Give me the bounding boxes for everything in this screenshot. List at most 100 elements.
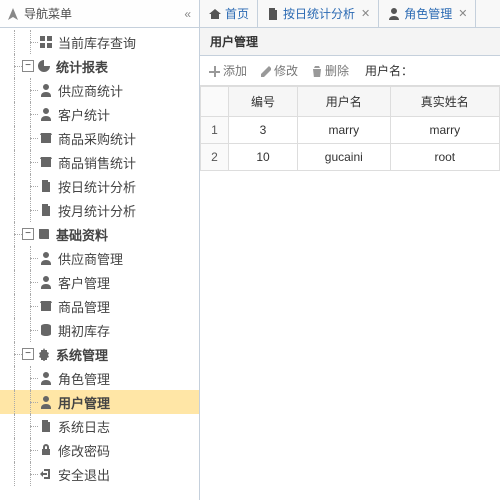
tree-label: 当前库存查询 bbox=[58, 33, 136, 52]
add-button[interactable]: 添加 bbox=[208, 62, 247, 79]
tree-item-7[interactable]: 按月统计分析 bbox=[0, 198, 199, 222]
tree-label: 客户统计 bbox=[58, 105, 110, 124]
db-icon bbox=[38, 322, 54, 338]
tree-line bbox=[22, 294, 38, 318]
tree-line bbox=[6, 390, 22, 414]
tree-line bbox=[22, 30, 38, 54]
table-row[interactable]: 13marrymarry bbox=[201, 117, 500, 144]
box-icon bbox=[38, 130, 54, 146]
person-icon bbox=[38, 250, 54, 266]
tree-item-14[interactable]: 角色管理 bbox=[0, 366, 199, 390]
tree-item-11[interactable]: 商品管理 bbox=[0, 294, 199, 318]
tree-item-16[interactable]: 系统日志 bbox=[0, 414, 199, 438]
tree-line bbox=[6, 462, 22, 486]
tree-item-9[interactable]: 供应商管理 bbox=[0, 246, 199, 270]
tree-item-3[interactable]: 客户统计 bbox=[0, 102, 199, 126]
tree-line bbox=[6, 102, 22, 126]
cell-username: gucaini bbox=[298, 144, 391, 171]
table-row[interactable]: 210gucainiroot bbox=[201, 144, 500, 171]
tab-close-icon[interactable]: ✕ bbox=[458, 7, 467, 20]
tree-expander[interactable]: − bbox=[22, 348, 34, 360]
tab-close-icon[interactable]: ✕ bbox=[361, 7, 370, 20]
doc-icon bbox=[266, 7, 279, 20]
tree-item-13[interactable]: − 系统管理 bbox=[0, 342, 199, 366]
edit-button[interactable]: 修改 bbox=[259, 62, 298, 79]
person-icon bbox=[38, 82, 54, 98]
tab-label: 角色管理 bbox=[404, 5, 452, 22]
sidebar-header: 导航菜单 « bbox=[0, 0, 199, 28]
tree-item-17[interactable]: 修改密码 bbox=[0, 438, 199, 462]
tree-line bbox=[22, 150, 38, 174]
tree-item-5[interactable]: 商品销售统计 bbox=[0, 150, 199, 174]
tree-label: 供应商管理 bbox=[58, 249, 123, 268]
tree-label: 基础资料 bbox=[56, 225, 108, 244]
tab-1[interactable]: 按日统计分析✕ bbox=[258, 0, 379, 27]
tree-item-1[interactable]: − 统计报表 bbox=[0, 54, 199, 78]
tree-label: 客户管理 bbox=[58, 273, 110, 292]
tree-label: 角色管理 bbox=[58, 369, 110, 388]
user-table: 编号用户名真实姓名 13marrymarry210gucainiroot bbox=[200, 86, 500, 171]
tree-item-12[interactable]: 期初库存 bbox=[0, 318, 199, 342]
tree-item-15[interactable]: 用户管理 bbox=[0, 390, 199, 414]
pencil-icon bbox=[259, 65, 271, 77]
tree-item-6[interactable]: 按日统计分析 bbox=[0, 174, 199, 198]
tree-label: 修改密码 bbox=[58, 441, 110, 460]
tree-expander[interactable]: − bbox=[22, 60, 34, 72]
tree-line bbox=[6, 270, 22, 294]
doc-icon bbox=[38, 178, 54, 194]
tree-line bbox=[6, 30, 22, 54]
sidebar-title-text: 导航菜单 bbox=[24, 5, 72, 22]
tree-item-0[interactable]: 当前库存查询 bbox=[0, 30, 199, 54]
tree-line bbox=[6, 366, 22, 390]
tab-bar: 首页按日统计分析✕ 角色管理 ✕ bbox=[200, 0, 500, 28]
cell-realname: marry bbox=[390, 117, 499, 144]
nav-icon bbox=[6, 7, 20, 21]
lock-icon bbox=[38, 442, 54, 458]
tree-label: 供应商统计 bbox=[58, 81, 123, 100]
tree-line bbox=[6, 54, 22, 78]
tree-line bbox=[6, 222, 22, 246]
tree-line bbox=[22, 102, 38, 126]
tree-item-10[interactable]: 客户管理 bbox=[0, 270, 199, 294]
panel-title-text: 用户管理 bbox=[210, 33, 258, 50]
tree-line bbox=[22, 246, 38, 270]
sidebar-title: 导航菜单 bbox=[6, 5, 72, 22]
edit-label: 修改 bbox=[274, 62, 298, 79]
cell-id: 3 bbox=[229, 117, 298, 144]
tree-line bbox=[6, 438, 22, 462]
column-header[interactable]: 编号 bbox=[229, 87, 298, 117]
tree-item-4[interactable]: 商品采购统计 bbox=[0, 126, 199, 150]
tab-0[interactable]: 首页 bbox=[200, 0, 258, 27]
column-header[interactable]: 用户名 bbox=[298, 87, 391, 117]
person-icon bbox=[387, 7, 400, 20]
tree-expander[interactable]: − bbox=[22, 228, 34, 240]
tree-line bbox=[6, 174, 22, 198]
box-icon bbox=[38, 298, 54, 314]
tree-label: 系统管理 bbox=[56, 345, 108, 364]
tree-item-8[interactable]: − 基础资料 bbox=[0, 222, 199, 246]
tree-line bbox=[22, 318, 38, 342]
sidebar-collapse-button[interactable]: « bbox=[182, 5, 193, 23]
tree-item-18[interactable]: 安全退出 bbox=[0, 462, 199, 486]
delete-button[interactable]: 删除 bbox=[310, 62, 349, 79]
tree-item-2[interactable]: 供应商统计 bbox=[0, 78, 199, 102]
data-grid: 编号用户名真实姓名 13marrymarry210gucainiroot bbox=[200, 86, 500, 500]
tree-line bbox=[6, 198, 22, 222]
tree-line bbox=[6, 126, 22, 150]
rownum-cell: 1 bbox=[201, 117, 229, 144]
column-header[interactable]: 真实姓名 bbox=[390, 87, 499, 117]
tree-label: 系统日志 bbox=[58, 417, 110, 436]
tree-line bbox=[6, 294, 22, 318]
tree-label: 统计报表 bbox=[56, 57, 108, 76]
tree-line bbox=[6, 342, 22, 366]
doc-icon bbox=[38, 418, 54, 434]
tree-line bbox=[22, 126, 38, 150]
tree-line bbox=[22, 270, 38, 294]
pie-icon bbox=[36, 58, 52, 74]
tree-label: 按日统计分析 bbox=[58, 177, 136, 196]
cell-realname: root bbox=[390, 144, 499, 171]
tree-label: 按月统计分析 bbox=[58, 201, 136, 220]
tree-line bbox=[22, 78, 38, 102]
tab-2[interactable]: 角色管理 ✕ bbox=[379, 0, 476, 27]
tree-label: 商品管理 bbox=[58, 297, 110, 316]
